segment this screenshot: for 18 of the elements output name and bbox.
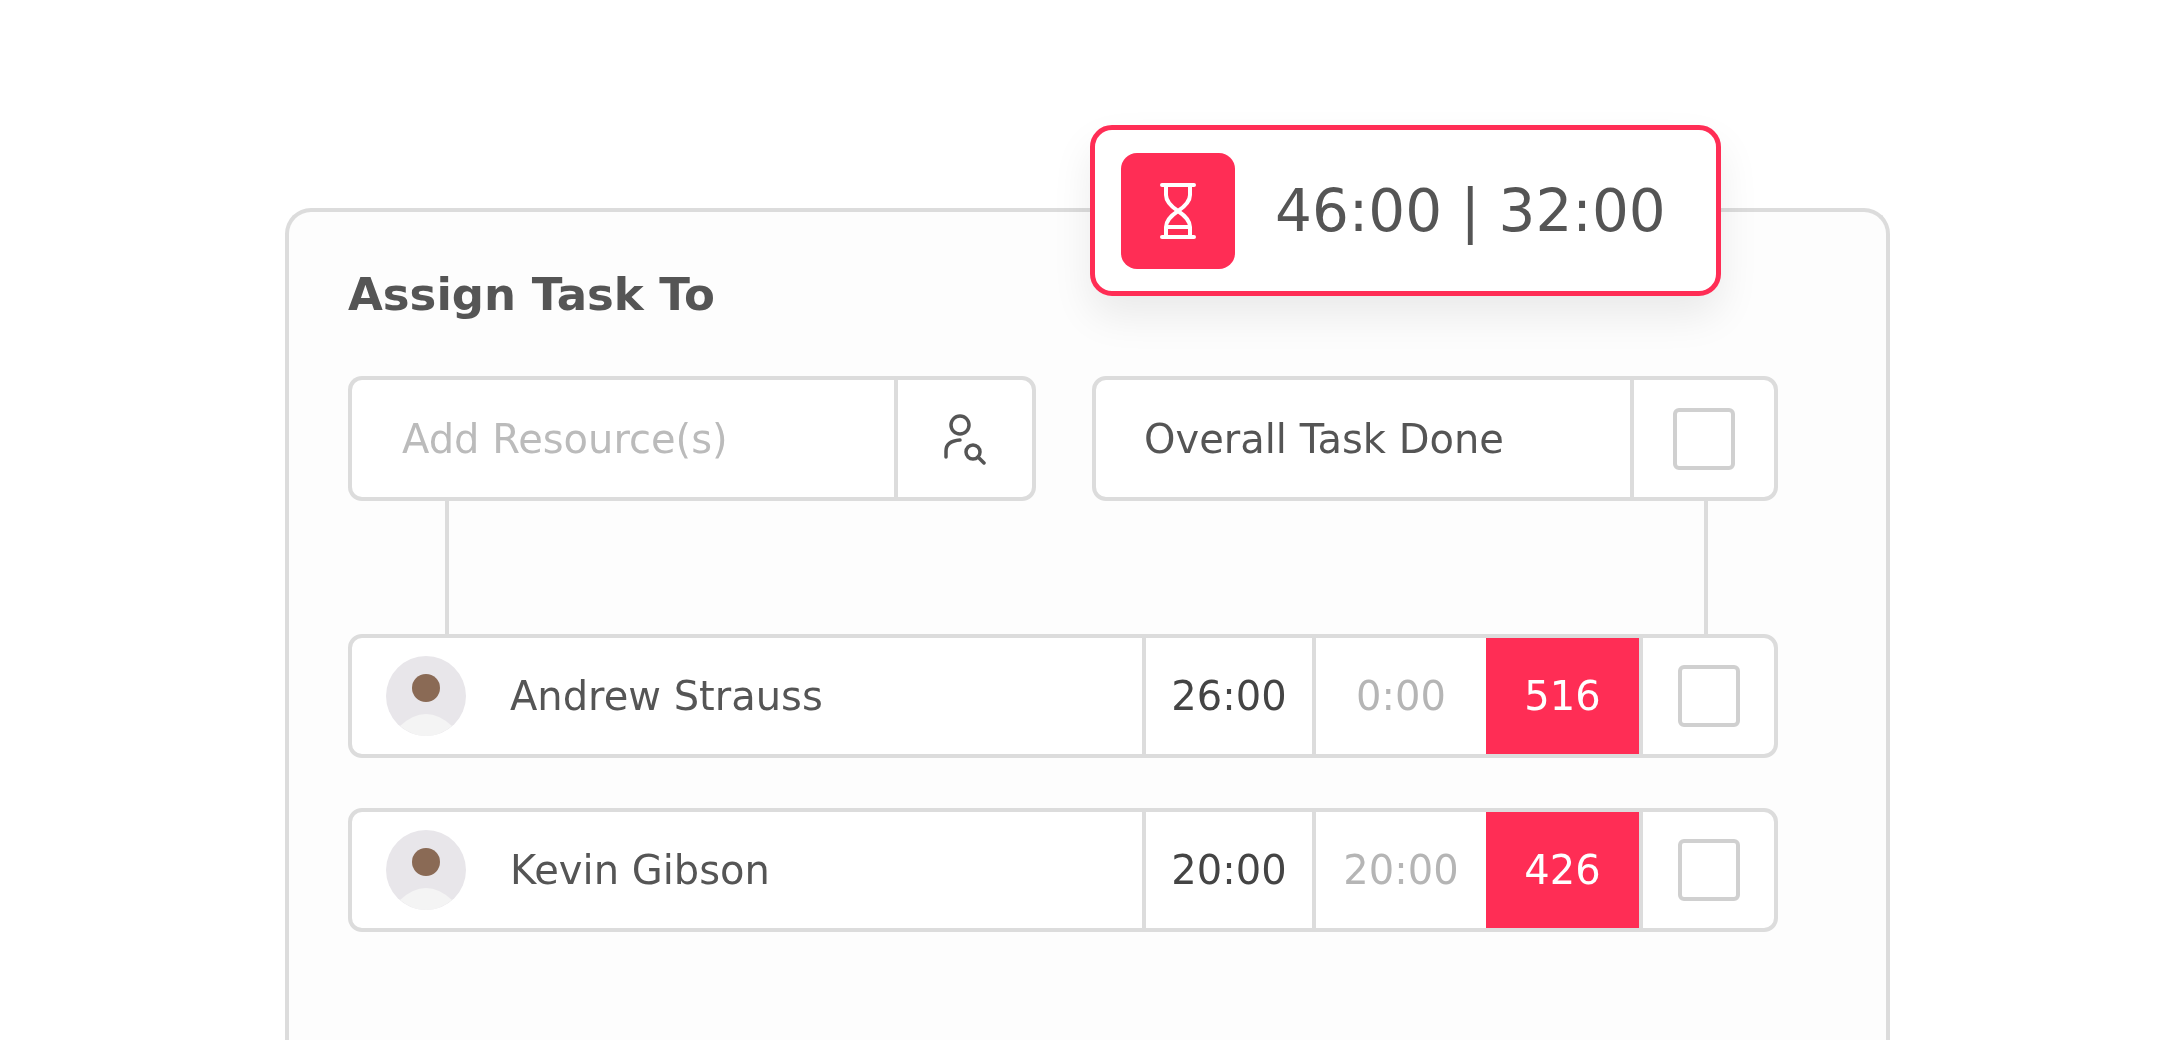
person-search-icon [943, 412, 987, 465]
hours-cell: 26:00 [1142, 638, 1312, 754]
score-cell: 516 [1486, 638, 1639, 754]
checkbox[interactable] [1677, 665, 1740, 727]
assignee-name: Andrew Strauss [510, 673, 823, 719]
checkbox[interactable] [1677, 839, 1740, 901]
hours-cell: 20:00 [1142, 812, 1312, 928]
avatar-icon [386, 830, 466, 910]
checkbox[interactable] [1673, 407, 1735, 470]
search-button[interactable] [894, 376, 1036, 501]
panel-title: Assign Task To [348, 267, 716, 323]
hourglass-icon [1121, 152, 1235, 269]
time-summary: 46:00 | 32:00 [1275, 176, 1666, 245]
assignee-name: Kevin Gibson [510, 847, 770, 893]
avatar-icon [386, 656, 466, 736]
score-cell: 426 [1486, 812, 1639, 928]
overall-done-label: Overall Task Done [1143, 415, 1505, 462]
resource-field[interactable]: Add Resource(s) [348, 376, 894, 501]
